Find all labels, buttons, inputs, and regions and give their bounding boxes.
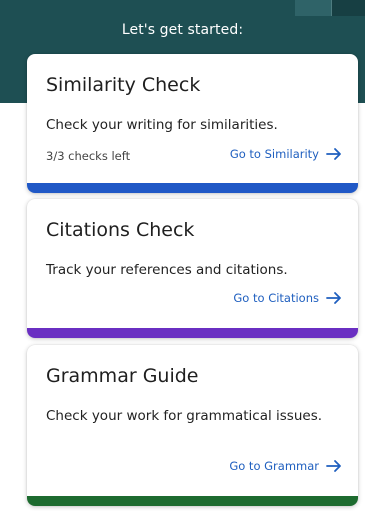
header-decor-block (295, 0, 331, 16)
similarity-check-card: Similarity Check Check your writing for … (27, 54, 358, 193)
go-to-grammar-link[interactable]: Go to Grammar (229, 459, 342, 473)
card-accent-bar (27, 183, 358, 193)
header-decor (295, 0, 365, 16)
arrow-right-icon (326, 292, 341, 304)
card-accent-bar (27, 496, 358, 506)
link-label: Go to Grammar (229, 459, 319, 473)
card-title: Similarity Check (46, 74, 201, 96)
card-description: Check your work for grammatical issues. (46, 408, 323, 424)
arrow-right-icon (326, 460, 341, 472)
card-description: Track your references and citations. (46, 262, 288, 278)
checks-left-count: 3/3 checks left (46, 149, 131, 163)
header-decor-block (331, 0, 365, 16)
card-title: Citations Check (46, 219, 195, 241)
card-accent-bar (27, 328, 358, 338)
header-title: Let's get started: (121, 22, 244, 38)
card-title: Grammar Guide (46, 365, 199, 387)
link-label: Go to Citations (233, 291, 319, 305)
citations-check-card: Citations Check Track your references an… (27, 199, 358, 338)
link-label: Go to Similarity (229, 147, 319, 161)
go-to-similarity-link[interactable]: Go to Similarity (230, 147, 342, 161)
go-to-citations-link[interactable]: Go to Citations (233, 291, 342, 305)
grammar-guide-card: Grammar Guide Check your work for gramma… (27, 345, 358, 506)
card-description: Check your writing for similarities. (46, 117, 278, 133)
arrow-right-icon (326, 148, 341, 160)
